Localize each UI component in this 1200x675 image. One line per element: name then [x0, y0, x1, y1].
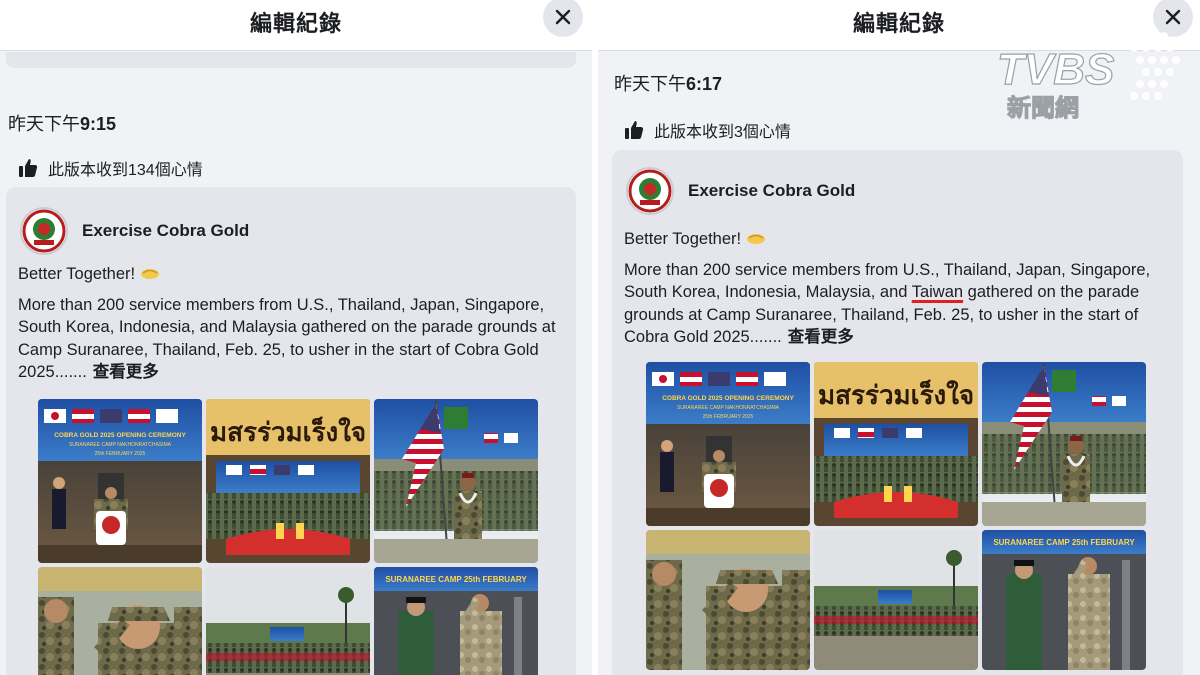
cobra-gold-logo-icon: [22, 209, 66, 253]
post-card: Exercise Cobra Gold Better Together! Mor…: [6, 187, 576, 675]
photo-grid: COBRA GOLD 2025 OPENING CEREMONY SURANAR…: [646, 362, 1146, 670]
dialog-title: 編輯紀錄: [249, 11, 342, 36]
post-header: Exercise Cobra Gold: [626, 167, 855, 215]
photo-grid: COBRA GOLD 2025 OPENING CEREMONY SURANAR…: [38, 399, 538, 675]
photo-two-officers-salute-image: SURANAREE CAMP 25th FEBRUARY: [982, 530, 1146, 670]
banner-line2: SURANAREE CAMP NAKHONRATCHASIMA: [69, 442, 172, 448]
photo-ceremony-stage-image: COBRA GOLD 2025 OPENING CEREMONY SURANAR…: [646, 362, 810, 526]
post-body: More than 200 service members from U.S.,…: [18, 295, 556, 382]
photo-parade-ground[interactable]: [814, 530, 978, 670]
photo-two-officers-salute-image: SURANAREE CAMP 25th FEBRUARY: [374, 567, 538, 675]
stage-banner-text: SURANAREE CAMP 25th FEBRUARY: [993, 538, 1135, 547]
photo-salute-marine[interactable]: [38, 567, 202, 675]
thumbs-up-icon: [19, 159, 38, 177]
see-more-link[interactable]: 查看更多: [93, 363, 159, 381]
photo-flag-bearer[interactable]: [982, 362, 1146, 526]
photo-parade-ground-image: [814, 530, 978, 670]
dialog-header: 編輯紀錄: [0, 0, 592, 51]
banner-line1: COBRA GOLD 2025 OPENING CEREMONY: [54, 432, 186, 439]
photo-podium-thai-sign[interactable]: มสรร่วมเร็งใจ: [206, 399, 370, 563]
reaction-count-text: 此版本收到3個心情: [654, 124, 791, 141]
reaction-count-text: 此版本收到134個心情: [48, 162, 203, 179]
version-timestamp: 昨天下午9:15: [8, 114, 117, 134]
page-avatar[interactable]: [20, 207, 68, 255]
photo-parade-ground-image: [206, 567, 370, 675]
post-body: More than 200 service members from U.S.,…: [624, 260, 1151, 347]
banner-line2: SURANAREE CAMP NAKHONRATCHASIMA: [677, 405, 780, 411]
photo-salute-marine-image: [646, 530, 810, 670]
version-timestamp: 昨天下午6:17: [614, 74, 723, 94]
photo-ceremony-stage[interactable]: COBRA GOLD 2025 OPENING CEREMONY SURANAR…: [38, 399, 202, 563]
photo-parade-ground[interactable]: [206, 567, 370, 675]
banner-line3: 25th FEBRUARY 2025: [703, 414, 754, 420]
page-name[interactable]: Exercise Cobra Gold: [82, 221, 249, 241]
thai-sign-text: มสรร่วมเร็งใจ: [818, 379, 974, 411]
reaction-summary: 此版本收到134個心情: [18, 156, 203, 180]
post-first-line: Better Together!: [624, 228, 1169, 251]
post-text: Better Together! More than 200 service m…: [624, 228, 1169, 357]
thai-sign-text: มสรร่วมเร็งใจ: [210, 416, 366, 448]
post-text: Better Together! More than 200 service m…: [18, 263, 563, 392]
post-card: Exercise Cobra Gold Better Together! Mor…: [612, 150, 1183, 675]
photo-salute-marine[interactable]: [646, 530, 810, 670]
photo-flag-bearer-image: [374, 399, 538, 563]
photo-podium-thai-sign-image: มสรร่วมเร็งใจ: [814, 362, 978, 526]
thumbs-up-icon: [625, 121, 644, 139]
photo-flag-bearer-image: [982, 362, 1146, 526]
see-more-link[interactable]: 查看更多: [788, 328, 854, 346]
photo-podium-thai-sign-image: มสรร่วมเร็งใจ: [206, 399, 370, 563]
photo-podium-thai-sign[interactable]: มสรร่วมเร็งใจ: [814, 362, 978, 526]
post-header: Exercise Cobra Gold: [20, 207, 249, 255]
photo-salute-marine-image: [38, 567, 202, 675]
page-name[interactable]: Exercise Cobra Gold: [688, 181, 855, 201]
banner-line3: 25th FEBRUARY 2025: [95, 451, 146, 457]
taiwan-highlight: Taiwan: [911, 283, 964, 301]
banner-line1: COBRA GOLD 2025 OPENING CEREMONY: [662, 395, 794, 402]
tvbs-watermark-logo: TVBS 新聞網: [996, 32, 1180, 123]
photo-ceremony-stage-image: COBRA GOLD 2025 OPENING CEREMONY SURANAR…: [38, 399, 202, 563]
stage-banner-text: SURANAREE CAMP 25th FEBRUARY: [385, 575, 527, 584]
tvbs-logo-text: TVBS: [997, 45, 1114, 94]
close-icon: [555, 9, 571, 25]
page-avatar[interactable]: [626, 167, 674, 215]
tvbs-sub-text: 新聞網: [1007, 94, 1079, 122]
reaction-summary: 此版本收到3個心情: [624, 118, 791, 142]
handshake-emoji-icon: [140, 269, 159, 279]
photo-ceremony-stage[interactable]: COBRA GOLD 2025 OPENING CEREMONY SURANAR…: [646, 362, 810, 526]
post-first-line: Better Together!: [18, 263, 563, 286]
edit-history-panel-left: 編輯紀錄 昨天下午9:15 此版本收到134個心情 Exercise Cobra…: [0, 0, 592, 675]
photo-two-officers-salute[interactable]: SURANAREE CAMP 25th FEBRUARY: [982, 530, 1146, 670]
photo-two-officers-salute[interactable]: SURANAREE CAMP 25th FEBRUARY: [374, 567, 538, 675]
cobra-gold-logo-icon: [628, 169, 672, 213]
photo-flag-bearer[interactable]: [374, 399, 538, 563]
handshake-emoji-icon: [746, 234, 765, 244]
previous-version-card: [6, 52, 576, 68]
